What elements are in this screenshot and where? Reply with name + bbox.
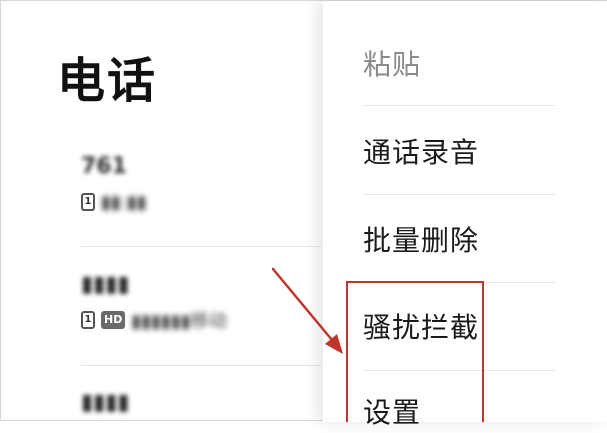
call-detail: ▮▮:▮▮ xyxy=(101,191,147,213)
call-log-item[interactable]: ▮▮▮▮ 1 HD ▮▮▮▮▮▮移动 xyxy=(81,271,227,332)
menu-item-batch-delete[interactable]: 批量删除 xyxy=(363,221,555,261)
menu-item-call-recording[interactable]: 通话录音 xyxy=(363,133,555,173)
page-title: 电话 xyxy=(57,53,158,109)
call-meta: 1 ▮▮:▮▮ xyxy=(81,191,147,213)
call-log-item[interactable]: ▮▮▮▮ xyxy=(81,389,129,417)
list-divider xyxy=(81,246,321,247)
contact-name: 761 xyxy=(81,154,127,179)
menu-item-paste[interactable]: 粘贴 xyxy=(363,45,555,85)
sim-card-icon: 1 xyxy=(81,193,95,211)
hd-voice-icon: HD xyxy=(101,311,126,329)
call-detail: ▮▮▮▮▮▮移动 xyxy=(131,311,227,332)
highlight-box xyxy=(346,281,484,422)
screenshot-frame: 电话 761 1 ▮▮:▮▮ ▮▮▮▮ 1 HD ▮▮▮▮▮▮移动 ▮▮▮▮ 粘… xyxy=(0,0,607,429)
call-meta: 1 HD ▮▮▮▮▮▮移动 xyxy=(81,309,227,332)
contact-name: ▮▮▮▮ xyxy=(81,272,130,297)
call-log-item[interactable]: 761 1 ▮▮:▮▮ xyxy=(81,153,147,213)
sim-card-icon: 1 xyxy=(81,311,95,329)
menu-divider xyxy=(363,194,555,195)
list-divider xyxy=(81,365,321,366)
menu-divider xyxy=(363,105,555,106)
contact-name: ▮▮▮▮ xyxy=(81,390,130,415)
